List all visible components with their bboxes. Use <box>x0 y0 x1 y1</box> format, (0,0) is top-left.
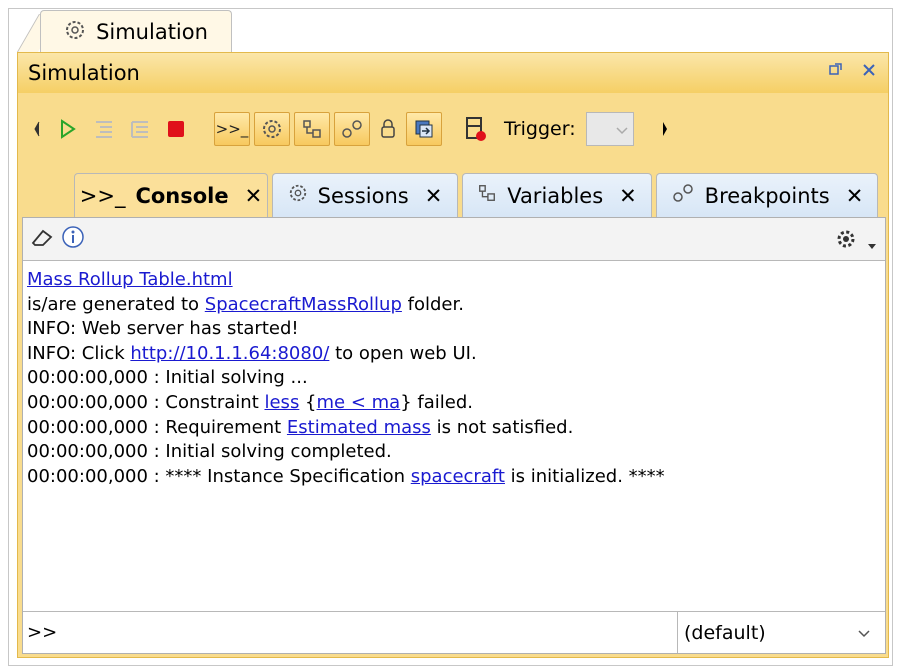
console-output: Mass Rollup Table.html is/are generated t… <box>27 268 665 489</box>
console-input-bar: >> (default) <box>23 611 885 653</box>
tab-simulation-top[interactable]: Simulation <box>40 10 232 53</box>
tab-console-label: Console <box>135 183 229 208</box>
step-into-icon[interactable] <box>86 111 122 147</box>
context-chevron-down-icon <box>857 622 871 644</box>
console-text: to open web UI. <box>329 342 477 364</box>
console-line: 00:00:00,000 : **** Instance Specificati… <box>27 465 665 490</box>
tab-sessions-close[interactable]: ✕ <box>425 184 443 208</box>
console-text: is initialized. **** <box>504 465 665 487</box>
command-input[interactable]: >> <box>23 612 678 653</box>
console-line: Mass Rollup Table.html <box>27 268 665 293</box>
close-icon[interactable] <box>862 61 876 82</box>
tab-breakpoints-label: Breakpoints <box>704 183 830 208</box>
chevron-down-icon <box>615 117 629 141</box>
settings-chevron-down-icon[interactable] <box>867 232 877 256</box>
console-toggle-icon[interactable]: >>_ <box>214 112 250 146</box>
record-icon[interactable] <box>458 111 494 147</box>
tab-sessions[interactable]: Sessions ✕ <box>272 173 458 217</box>
scroll-left-icon[interactable] <box>24 111 50 147</box>
settings-gear-icon[interactable] <box>835 228 857 255</box>
sessions-toggle-icon[interactable] <box>254 112 290 146</box>
tab-variables[interactable]: Variables ✕ <box>462 173 652 217</box>
console-tabs: >>_ Console ✕ Sessions ✕ Variables ✕ Bre… <box>18 173 888 217</box>
console-link[interactable]: spacecraft <box>411 466 505 487</box>
panel-title: Simulation <box>28 61 140 85</box>
stop-icon[interactable] <box>158 111 194 147</box>
breakpoints-icon <box>671 182 695 209</box>
panel-titlebar: Simulation <box>18 53 888 93</box>
console-text: 00:00:00,000 : Requirement <box>27 416 287 438</box>
console-text: 00:00:00,000 : Constraint <box>27 391 265 413</box>
console-text: } failed. <box>400 391 473 413</box>
lock-icon[interactable] <box>370 111 406 147</box>
step-over-icon[interactable] <box>122 111 158 147</box>
console-line: 00:00:00,000 : Initial solving completed… <box>27 440 665 465</box>
console-toolbar <box>23 218 885 261</box>
tab-variables-close[interactable]: ✕ <box>619 184 637 208</box>
console-link[interactable]: me < ma <box>317 392 401 413</box>
tab-variables-label: Variables <box>507 183 604 208</box>
trigger-label: Trigger: <box>504 118 576 140</box>
console-text: INFO: Web server has started! <box>27 318 299 340</box>
console-link[interactable]: SpacecraftMassRollup <box>205 294 402 315</box>
tab-console-close[interactable]: ✕ <box>245 184 263 208</box>
console-text: is not satisfied. <box>430 416 574 438</box>
console-text: is/are generated to <box>27 293 205 315</box>
console-line: INFO: Click http://10.1.1.64:8080/ to op… <box>27 342 665 367</box>
variables-toggle-icon[interactable] <box>294 112 330 146</box>
console-line: is/are generated to SpacecraftMassRollup… <box>27 293 665 318</box>
tab-breakpoints-close[interactable]: ✕ <box>846 184 864 208</box>
console-line: 00:00:00,000 : Requirement Estimated mas… <box>27 416 665 441</box>
console-line: 00:00:00,000 : Constraint less {me < ma}… <box>27 391 665 416</box>
console-link[interactable]: less <box>264 392 299 413</box>
context-select[interactable]: (default) <box>678 612 885 653</box>
console-line: 00:00:00,000 : Initial solving ... <box>27 366 665 391</box>
export-icon[interactable] <box>406 112 442 146</box>
restore-icon[interactable] <box>828 61 844 82</box>
tab-breakpoints[interactable]: Breakpoints ✕ <box>656 173 878 217</box>
console-content: Mass Rollup Table.html is/are generated t… <box>22 217 886 654</box>
console-link[interactable]: Estimated mass <box>287 417 431 438</box>
breakpoints-toggle-icon[interactable] <box>334 112 370 146</box>
trigger-dropdown[interactable] <box>585 112 634 146</box>
tab-console[interactable]: >>_ Console ✕ <box>74 173 268 217</box>
console-prompt-icon: >>_ <box>79 183 126 208</box>
console-text: INFO: Click <box>27 342 131 364</box>
console-text: { <box>299 391 317 413</box>
info-icon[interactable] <box>61 225 85 254</box>
console-line: INFO: Web server has started! <box>27 317 665 342</box>
scroll-right-icon[interactable] <box>650 111 680 147</box>
play-icon[interactable] <box>50 111 86 147</box>
simulation-gear-icon <box>64 19 86 46</box>
console-link[interactable]: http://10.1.1.64:8080/ <box>130 343 329 364</box>
eraser-icon[interactable] <box>29 225 55 254</box>
console-text: 00:00:00,000 : **** Instance Specificati… <box>27 465 411 487</box>
simulation-panel: Simulation >>_ Trigger: >>_ Console ✕ Se… <box>17 52 889 658</box>
top-tab-label: Simulation <box>96 20 208 44</box>
tab-sessions-label: Sessions <box>317 183 409 208</box>
variables-tree-icon <box>477 183 497 208</box>
console-text: folder. <box>401 293 464 315</box>
console-text: 00:00:00,000 : Initial solving completed… <box>27 441 392 463</box>
context-select-value: (default) <box>684 621 766 644</box>
simulation-toolbar: >>_ Trigger: <box>18 105 888 153</box>
sessions-gear-icon <box>288 183 308 208</box>
console-link[interactable]: Mass Rollup Table.html <box>27 269 233 290</box>
console-text: 00:00:00,000 : Initial solving ... <box>27 367 308 389</box>
